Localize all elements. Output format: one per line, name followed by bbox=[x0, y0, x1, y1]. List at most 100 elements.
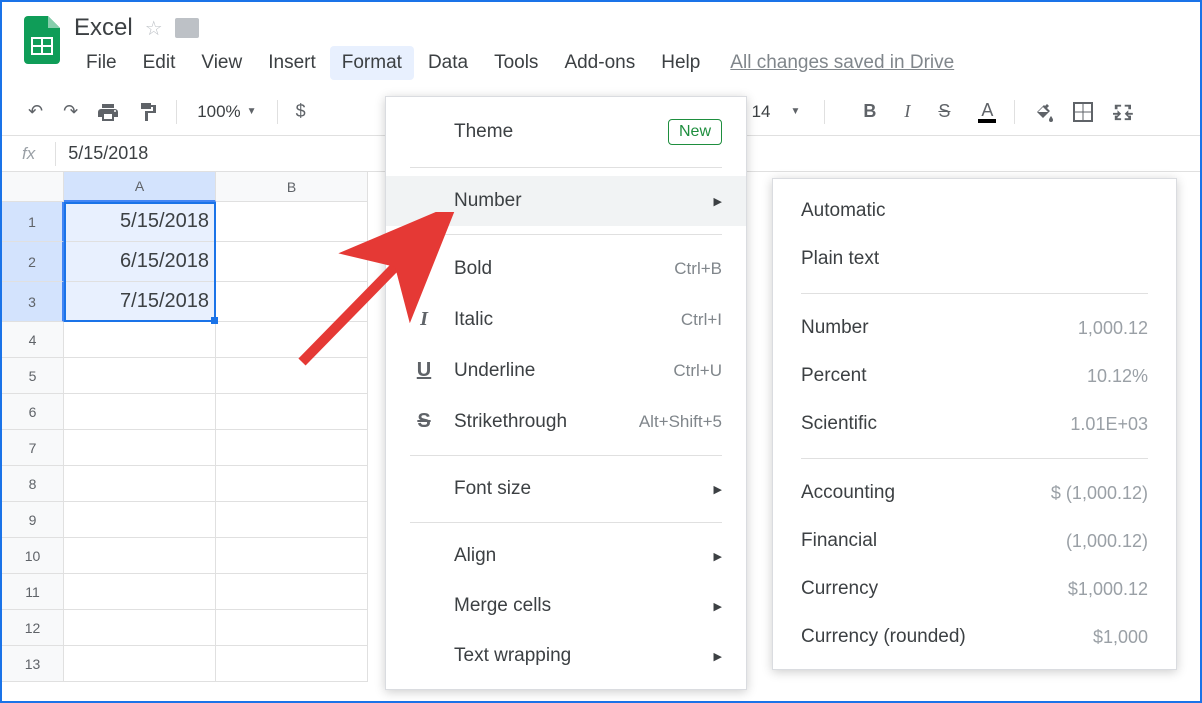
column-header-a[interactable]: A bbox=[64, 172, 216, 202]
cell-a9[interactable] bbox=[64, 502, 216, 538]
cell-b2[interactable] bbox=[216, 242, 368, 282]
format-fontsize[interactable]: Font size ▶ bbox=[386, 464, 746, 514]
number-number[interactable]: Number1,000.12 bbox=[773, 304, 1176, 352]
bold-button[interactable]: B bbox=[857, 95, 882, 128]
cell-b11[interactable] bbox=[216, 574, 368, 610]
cell-a12[interactable] bbox=[64, 610, 216, 646]
new-badge: New bbox=[668, 119, 722, 145]
number-automatic[interactable]: Automatic bbox=[773, 187, 1176, 235]
format-menu-dropdown: Theme New Number ▶ B Bold Ctrl+B I Itali… bbox=[385, 96, 747, 690]
column-header-b[interactable]: B bbox=[216, 172, 368, 202]
menu-divider bbox=[801, 293, 1148, 294]
menu-file[interactable]: File bbox=[74, 46, 129, 80]
cell-a2[interactable]: 6/15/2018 bbox=[64, 242, 216, 282]
font-size-dropdown[interactable]: 14 ▼ bbox=[740, 98, 813, 126]
number-scientific[interactable]: Scientific1.01E+03 bbox=[773, 400, 1176, 448]
row-header-5[interactable]: 5 bbox=[2, 358, 64, 394]
cell-a8[interactable] bbox=[64, 466, 216, 502]
cell-b6[interactable] bbox=[216, 394, 368, 430]
fx-label: fx bbox=[22, 144, 35, 164]
row-header-3[interactable]: 3 bbox=[2, 282, 64, 322]
cell-a11[interactable] bbox=[64, 574, 216, 610]
undo-icon[interactable]: ↶ bbox=[22, 95, 49, 128]
row-header-11[interactable]: 11 bbox=[2, 574, 64, 610]
text-color-button[interactable]: A bbox=[972, 94, 1002, 129]
menu-tools[interactable]: Tools bbox=[482, 46, 550, 80]
format-bold[interactable]: B Bold Ctrl+B bbox=[386, 243, 746, 294]
cell-a7[interactable] bbox=[64, 430, 216, 466]
submenu-arrow-icon: ▶ bbox=[714, 550, 722, 563]
toolbar-separator bbox=[1014, 100, 1015, 124]
cell-b12[interactable] bbox=[216, 610, 368, 646]
merge-cells-icon[interactable] bbox=[1107, 97, 1141, 127]
menu-insert[interactable]: Insert bbox=[256, 46, 328, 80]
format-merge[interactable]: Merge cells ▶ bbox=[386, 581, 746, 631]
row-header-10[interactable]: 10 bbox=[2, 538, 64, 574]
format-underline-label: Underline bbox=[454, 360, 673, 382]
menu-edit[interactable]: Edit bbox=[131, 46, 188, 80]
row-header-1[interactable]: 1 bbox=[2, 202, 64, 242]
number-percent[interactable]: Percent10.12% bbox=[773, 352, 1176, 400]
number-financial[interactable]: Financial(1,000.12) bbox=[773, 517, 1176, 565]
menu-format[interactable]: Format bbox=[330, 46, 414, 80]
format-align[interactable]: Align ▶ bbox=[386, 531, 746, 581]
row-header-7[interactable]: 7 bbox=[2, 430, 64, 466]
row-header-9[interactable]: 9 bbox=[2, 502, 64, 538]
cell-b5[interactable] bbox=[216, 358, 368, 394]
cell-a4[interactable] bbox=[64, 322, 216, 358]
row-header-8[interactable]: 8 bbox=[2, 466, 64, 502]
cell-b8[interactable] bbox=[216, 466, 368, 502]
format-italic[interactable]: I Italic Ctrl+I bbox=[386, 294, 746, 345]
cell-b1[interactable] bbox=[216, 202, 368, 242]
shortcut-label: Ctrl+I bbox=[681, 310, 722, 330]
cell-a5[interactable] bbox=[64, 358, 216, 394]
format-number[interactable]: Number ▶ bbox=[386, 176, 746, 226]
menubar: File Edit View Insert Format Data Tools … bbox=[74, 46, 954, 80]
folder-icon[interactable] bbox=[175, 18, 199, 38]
borders-icon[interactable] bbox=[1067, 96, 1099, 128]
redo-icon[interactable]: ↷ bbox=[57, 95, 84, 128]
zoom-dropdown[interactable]: 100% ▼ bbox=[189, 98, 264, 126]
italic-icon: I bbox=[410, 308, 438, 331]
select-all-corner[interactable] bbox=[2, 172, 64, 202]
format-underline[interactable]: U Underline Ctrl+U bbox=[386, 345, 746, 396]
star-icon[interactable]: ☆ bbox=[145, 16, 163, 41]
row-header-13[interactable]: 13 bbox=[2, 646, 64, 682]
row-header-4[interactable]: 4 bbox=[2, 322, 64, 358]
paint-format-icon[interactable] bbox=[132, 96, 164, 128]
cell-b7[interactable] bbox=[216, 430, 368, 466]
number-currency[interactable]: Currency$1,000.12 bbox=[773, 565, 1176, 613]
number-currency-rounded[interactable]: Currency (rounded)$1,000 bbox=[773, 613, 1176, 661]
number-plaintext[interactable]: Plain text bbox=[773, 235, 1176, 283]
save-status[interactable]: All changes saved in Drive bbox=[730, 52, 954, 74]
cell-b4[interactable] bbox=[216, 322, 368, 358]
cell-a6[interactable] bbox=[64, 394, 216, 430]
fill-color-icon[interactable] bbox=[1027, 96, 1059, 128]
cell-b10[interactable] bbox=[216, 538, 368, 574]
format-number-label: Number bbox=[454, 190, 714, 212]
menu-view[interactable]: View bbox=[189, 46, 254, 80]
row-header-6[interactable]: 6 bbox=[2, 394, 64, 430]
italic-button[interactable]: I bbox=[898, 95, 916, 128]
format-wrap[interactable]: Text wrapping ▶ bbox=[386, 631, 746, 681]
menu-addons[interactable]: Add-ons bbox=[552, 46, 647, 80]
cell-b3[interactable] bbox=[216, 282, 368, 322]
row-header-12[interactable]: 12 bbox=[2, 610, 64, 646]
cell-b9[interactable] bbox=[216, 502, 368, 538]
number-accounting[interactable]: Accounting$ (1,000.12) bbox=[773, 469, 1176, 517]
menu-help[interactable]: Help bbox=[649, 46, 712, 80]
row-header-2[interactable]: 2 bbox=[2, 242, 64, 282]
cell-b13[interactable] bbox=[216, 646, 368, 682]
document-title[interactable]: Excel bbox=[74, 14, 133, 42]
format-strikethrough[interactable]: S Strikethrough Alt+Shift+5 bbox=[386, 396, 746, 447]
cell-a10[interactable] bbox=[64, 538, 216, 574]
print-icon[interactable] bbox=[92, 97, 124, 127]
cell-a3[interactable]: 7/15/2018 bbox=[64, 282, 216, 322]
cell-a13[interactable] bbox=[64, 646, 216, 682]
menu-data[interactable]: Data bbox=[416, 46, 480, 80]
currency-format-button[interactable]: $ bbox=[290, 95, 312, 128]
cell-a1[interactable]: 5/15/2018 bbox=[64, 202, 216, 242]
strikethrough-button[interactable]: S bbox=[932, 95, 956, 128]
format-theme[interactable]: Theme New bbox=[386, 105, 746, 159]
dropdown-arrow-icon: ▼ bbox=[791, 106, 801, 117]
